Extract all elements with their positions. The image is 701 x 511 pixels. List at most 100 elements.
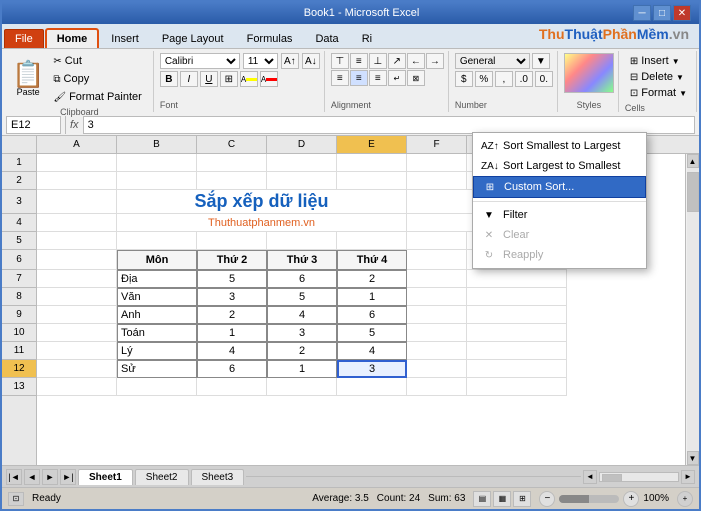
- font-color-button[interactable]: A: [260, 71, 278, 87]
- fill-color-button[interactable]: A: [240, 71, 258, 87]
- cell-D2[interactable]: [267, 172, 337, 190]
- indent-increase-button[interactable]: →: [426, 53, 444, 69]
- row-header-10[interactable]: 10: [2, 324, 36, 342]
- cell-F1[interactable]: [407, 154, 467, 172]
- cell-D11[interactable]: 2: [267, 342, 337, 360]
- insert-button[interactable]: ⊞ Insert ▼: [625, 53, 692, 69]
- cell-C8[interactable]: 3: [197, 288, 267, 306]
- cell-C5[interactable]: [197, 232, 267, 250]
- tab-formulas[interactable]: Formulas: [236, 29, 304, 48]
- cell-GHI9[interactable]: [467, 306, 567, 324]
- tab-review[interactable]: Ri: [351, 29, 383, 48]
- decrease-font-button[interactable]: A↓: [302, 53, 320, 69]
- cell-A9[interactable]: [37, 306, 117, 324]
- cut-button[interactable]: ✂ Cut: [48, 53, 146, 69]
- row-header-11[interactable]: 11: [2, 342, 36, 360]
- scroll-left-button[interactable]: ◄: [583, 470, 597, 484]
- font-name-select[interactable]: Calibri: [160, 53, 240, 69]
- cell-A2[interactable]: [37, 172, 117, 190]
- page-layout-view-button[interactable]: ▦: [493, 491, 511, 507]
- cell-B8[interactable]: Văn: [117, 288, 197, 306]
- page-break-view-button[interactable]: ⊞: [513, 491, 531, 507]
- cell-A6[interactable]: [37, 250, 117, 270]
- cell-D8[interactable]: 5: [267, 288, 337, 306]
- cell-F11[interactable]: [407, 342, 467, 360]
- scroll-thumb[interactable]: [687, 172, 699, 212]
- cell-A13[interactable]: [37, 378, 117, 396]
- format-button[interactable]: ⊡ Format ▼: [625, 85, 692, 101]
- scroll-thumb-h[interactable]: [602, 474, 622, 482]
- percent-button[interactable]: %: [475, 71, 493, 87]
- align-right-button[interactable]: ≡: [369, 70, 387, 86]
- cell-B5[interactable]: [117, 232, 197, 250]
- zoom-fit-button[interactable]: +: [677, 491, 693, 507]
- delete-button[interactable]: ⊟ Delete ▼: [625, 69, 692, 85]
- cell-E1[interactable]: [337, 154, 407, 172]
- tab-file[interactable]: File: [4, 29, 44, 48]
- cell-F9[interactable]: [407, 306, 467, 324]
- tab-insert[interactable]: Insert: [100, 29, 150, 48]
- cell-B1[interactable]: [117, 154, 197, 172]
- menu-item-sort-asc[interactable]: AZ↑ Sort Smallest to Largest: [473, 136, 646, 156]
- sheet-nav-next[interactable]: ►: [42, 469, 58, 485]
- cell-E13[interactable]: [337, 378, 407, 396]
- cell-C1[interactable]: [197, 154, 267, 172]
- zoom-slider[interactable]: [559, 495, 619, 503]
- cell-E2[interactable]: [337, 172, 407, 190]
- cell-B4[interactable]: Thuthuatphanmem.vn: [117, 214, 407, 232]
- bold-button[interactable]: B: [160, 71, 178, 87]
- cell-C6[interactable]: Thứ 2: [197, 250, 267, 270]
- cell-GHI8[interactable]: [467, 288, 567, 306]
- cell-D10[interactable]: 3: [267, 324, 337, 342]
- cell-E11[interactable]: 4: [337, 342, 407, 360]
- cell-GHI13[interactable]: [467, 378, 567, 396]
- comma-button[interactable]: ,: [495, 71, 513, 87]
- cell-F2[interactable]: [407, 172, 467, 190]
- cell-A7[interactable]: [37, 270, 117, 288]
- cell-E6[interactable]: Thứ 4: [337, 250, 407, 270]
- col-header-A[interactable]: A: [37, 136, 117, 153]
- row-header-4[interactable]: 4: [2, 214, 36, 232]
- cell-F13[interactable]: [407, 378, 467, 396]
- increase-font-button[interactable]: A↑: [281, 53, 299, 69]
- tab-home[interactable]: Home: [45, 28, 100, 48]
- cell-D7[interactable]: 6: [267, 270, 337, 288]
- format-painter-button[interactable]: 🖌 Format Painter: [48, 89, 146, 105]
- cell-B13[interactable]: [117, 378, 197, 396]
- align-center-button[interactable]: ≡: [350, 70, 368, 86]
- scroll-down-button[interactable]: ▼: [687, 451, 699, 465]
- sheet-nav-prev[interactable]: ◄: [24, 469, 40, 485]
- cell-A12[interactable]: [37, 360, 117, 378]
- row-header-13[interactable]: 13: [2, 378, 36, 396]
- sheet-nav-first[interactable]: |◄: [6, 469, 22, 485]
- text-orient-button[interactable]: ↗: [388, 53, 406, 69]
- cell-GHI7[interactable]: [467, 270, 567, 288]
- cell-F8[interactable]: [407, 288, 467, 306]
- row-header-8[interactable]: 8: [2, 288, 36, 306]
- minimize-button[interactable]: ─: [633, 5, 651, 21]
- underline-button[interactable]: U: [200, 71, 218, 87]
- cell-A1[interactable]: [37, 154, 117, 172]
- indent-decrease-button[interactable]: ←: [407, 53, 425, 69]
- col-header-D[interactable]: D: [267, 136, 337, 153]
- copy-button[interactable]: ⧉ Copy: [48, 71, 146, 87]
- tab-page-layout[interactable]: Page Layout: [151, 29, 235, 48]
- horizontal-scrollbar[interactable]: ◄ ►: [583, 470, 695, 484]
- menu-item-custom-sort[interactable]: ⊞ Custom Sort...: [473, 176, 646, 198]
- row-header-9[interactable]: 9: [2, 306, 36, 324]
- row-header-3[interactable]: 3: [2, 190, 36, 214]
- cell-B3[interactable]: Sắp xếp dữ liệu: [117, 190, 407, 214]
- cell-E3[interactable]: [407, 190, 477, 214]
- sheet-tab-1[interactable]: Sheet1: [78, 469, 133, 485]
- cell-F7[interactable]: [407, 270, 467, 288]
- cell-GHI11[interactable]: [467, 342, 567, 360]
- cell-E10[interactable]: 5: [337, 324, 407, 342]
- paste-button[interactable]: 📋 Paste: [12, 61, 44, 97]
- cell-E9[interactable]: 6: [337, 306, 407, 324]
- maximize-button[interactable]: □: [653, 5, 671, 21]
- cell-A8[interactable]: [37, 288, 117, 306]
- align-bottom-button[interactable]: ⊥: [369, 53, 387, 69]
- col-header-F[interactable]: F: [407, 136, 467, 153]
- cell-B9[interactable]: Anh: [117, 306, 197, 324]
- cell-C9[interactable]: 2: [197, 306, 267, 324]
